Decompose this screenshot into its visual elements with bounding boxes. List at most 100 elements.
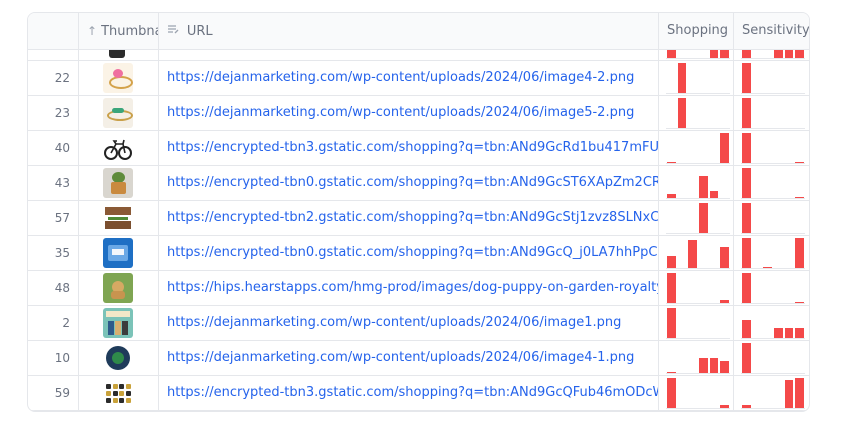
planter-icon bbox=[103, 168, 133, 198]
shopping-cell bbox=[659, 271, 734, 305]
row-index: 10 bbox=[28, 341, 79, 375]
shopping-histogram bbox=[666, 343, 730, 374]
histogram-bar bbox=[784, 50, 794, 58]
sensitivity-cell bbox=[734, 376, 809, 410]
row-index: 57 bbox=[28, 201, 79, 235]
histogram-bar bbox=[667, 273, 676, 303]
table-row[interactable]: 23 https://dejanmarketing.com/wp-content/… bbox=[28, 96, 809, 131]
shopping-cell bbox=[659, 201, 734, 235]
thumbnail-cell[interactable] bbox=[79, 201, 159, 235]
histogram-bar bbox=[720, 247, 729, 268]
header-url[interactable]: URL bbox=[159, 13, 659, 49]
url-link[interactable]: https://dejanmarketing.com/wp-content/up… bbox=[159, 50, 659, 60]
table-row[interactable]: 57 https://encrypted-tbn2.gstatic.com/sho… bbox=[28, 201, 809, 236]
sensitivity-histogram bbox=[741, 98, 805, 129]
url-link[interactable]: https://encrypted-tbn3.gstatic.com/shopp… bbox=[159, 376, 659, 410]
sensitivity-cell bbox=[734, 131, 809, 165]
table-row[interactable]: 40 https://encrypted-tbn3.gstatic.com/sho… bbox=[28, 131, 809, 166]
histogram-bar bbox=[784, 379, 794, 408]
histogram-bar bbox=[795, 327, 804, 338]
row-index: 43 bbox=[28, 166, 79, 200]
sensitivity-histogram bbox=[741, 133, 805, 164]
table-row[interactable]: https://dejanmarketing.com/wp-content/up… bbox=[28, 50, 809, 61]
histogram-bar bbox=[720, 133, 729, 163]
table-row[interactable]: 48 https://hips.hearstapps.com/hmg-prod/i… bbox=[28, 271, 809, 306]
thumbnail-cell[interactable] bbox=[79, 341, 159, 375]
sensitivity-histogram bbox=[741, 203, 805, 234]
raised-bed-icon bbox=[103, 203, 133, 233]
text-column-icon bbox=[167, 24, 183, 38]
histogram-bar bbox=[742, 203, 751, 233]
shopping-histogram bbox=[666, 133, 730, 164]
shopping-histogram bbox=[666, 168, 730, 199]
histogram-bar bbox=[742, 343, 751, 373]
histogram-bar bbox=[667, 256, 676, 268]
table-row[interactable]: 2 https://dejanmarketing.com/wp-content/u… bbox=[28, 306, 809, 341]
histogram-bar bbox=[742, 50, 751, 58]
thumbnail-cell[interactable] bbox=[79, 306, 159, 340]
url-link[interactable]: https://dejanmarketing.com/wp-content/up… bbox=[159, 96, 659, 130]
histogram-bar bbox=[667, 162, 676, 163]
sensitivity-histogram bbox=[741, 168, 805, 199]
thumbnail-cell[interactable] bbox=[79, 131, 159, 165]
sensitivity-histogram bbox=[741, 50, 805, 59]
histogram-bar bbox=[795, 50, 804, 58]
thumbnail-cell[interactable] bbox=[79, 271, 159, 305]
bicycle-icon bbox=[103, 133, 133, 163]
row-index bbox=[28, 50, 79, 60]
table-row[interactable]: 43 https://encrypted-tbn0.gstatic.com/sho… bbox=[28, 166, 809, 201]
histogram-bar bbox=[795, 161, 804, 163]
histogram-bar bbox=[795, 301, 804, 303]
thumbnail-cell[interactable] bbox=[79, 376, 159, 410]
product-thumbnail-icon bbox=[109, 50, 125, 58]
shopping-histogram bbox=[666, 63, 730, 94]
histogram-bar bbox=[784, 327, 794, 338]
histogram-bar bbox=[699, 175, 708, 198]
grid-body[interactable]: https://dejanmarketing.com/wp-content/up… bbox=[28, 50, 809, 411]
url-link[interactable]: https://dejanmarketing.com/wp-content/up… bbox=[159, 61, 659, 95]
thumbnail-cell[interactable] bbox=[79, 96, 159, 130]
histogram-bar bbox=[709, 50, 719, 58]
table-row[interactable]: 10 https://dejanmarketing.com/wp-content/… bbox=[28, 341, 809, 376]
histogram-bar bbox=[774, 50, 783, 58]
histogram-bar bbox=[795, 238, 804, 268]
url-link[interactable]: https://dejanmarketing.com/wp-content/up… bbox=[159, 341, 659, 375]
table-row[interactable]: 35 https://encrypted-tbn0.gstatic.com/sho… bbox=[28, 236, 809, 271]
shopping-cell bbox=[659, 166, 734, 200]
header-index[interactable] bbox=[28, 13, 79, 49]
shopping-cell bbox=[659, 96, 734, 130]
row-index: 23 bbox=[28, 96, 79, 130]
sensitivity-cell bbox=[734, 96, 809, 130]
header-sensitivity[interactable]: Sensitivity bbox=[734, 13, 809, 49]
shopping-histogram bbox=[666, 203, 730, 234]
url-link[interactable]: https://hips.hearstapps.com/hmg-prod/ima… bbox=[159, 271, 659, 305]
sensitivity-histogram bbox=[741, 63, 805, 94]
header-shopping[interactable]: Shopping Ir bbox=[659, 13, 734, 49]
histogram-bar bbox=[667, 50, 676, 58]
row-index: 59 bbox=[28, 376, 79, 410]
shopping-cell bbox=[659, 131, 734, 165]
url-link[interactable]: https://encrypted-tbn0.gstatic.com/shopp… bbox=[159, 166, 659, 200]
sensitivity-histogram bbox=[741, 343, 805, 374]
table-row[interactable]: 59 https://encrypted-tbn3.gstatic.com/sho… bbox=[28, 376, 809, 411]
histogram-bar bbox=[742, 405, 751, 408]
histogram-bar bbox=[667, 378, 676, 408]
thumbnail-cell[interactable] bbox=[79, 166, 159, 200]
sensitivity-histogram bbox=[741, 238, 805, 269]
shopping-histogram bbox=[666, 50, 730, 59]
table-row[interactable]: 22 https://dejanmarketing.com/wp-content/… bbox=[28, 61, 809, 96]
url-link[interactable]: https://dejanmarketing.com/wp-content/up… bbox=[159, 306, 659, 340]
url-link[interactable]: https://encrypted-tbn3.gstatic.com/shopp… bbox=[159, 131, 659, 165]
ring-pink-icon bbox=[103, 63, 133, 93]
histogram-bar bbox=[795, 196, 804, 198]
url-link[interactable]: https://encrypted-tbn2.gstatic.com/shopp… bbox=[159, 201, 659, 235]
url-link[interactable]: https://encrypted-tbn0.gstatic.com/shopp… bbox=[159, 236, 659, 270]
thumbnail-cell[interactable] bbox=[79, 61, 159, 95]
hose-reel-icon bbox=[103, 343, 133, 373]
header-thumbnail[interactable]: ↑Thumbnai bbox=[79, 13, 159, 49]
row-index: 40 bbox=[28, 131, 79, 165]
histogram-bar bbox=[742, 168, 751, 198]
book-cover-icon bbox=[103, 308, 133, 338]
histogram-bar bbox=[763, 266, 772, 268]
thumbnail-cell[interactable] bbox=[79, 236, 159, 270]
